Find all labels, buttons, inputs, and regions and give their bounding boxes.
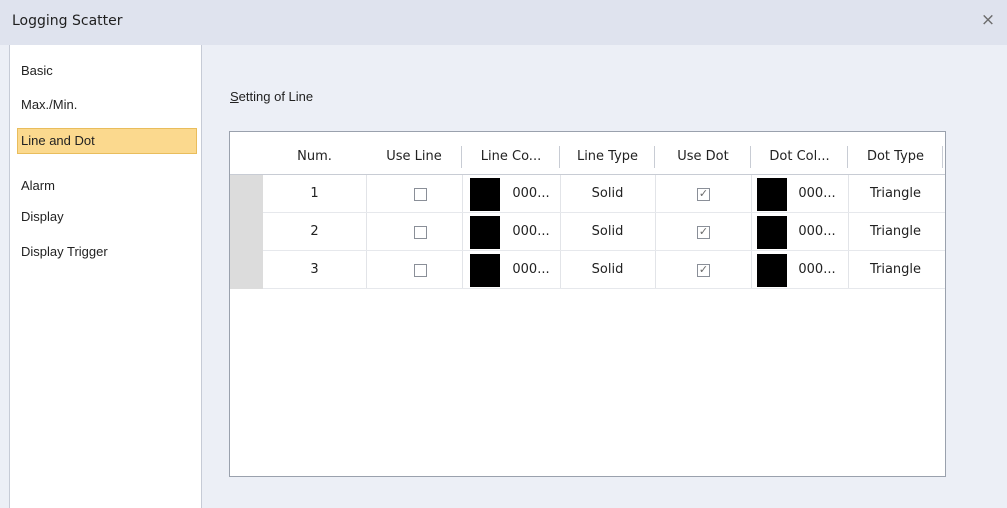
line-color-swatch[interactable] [470,178,500,211]
line-type-cell[interactable]: Solid [560,175,655,213]
cell-divider [751,251,752,289]
section-title: Setting of Line [230,89,313,104]
dot-color-swatch[interactable] [757,254,787,287]
window-title: Logging Scatter [12,13,123,29]
line-type-cell[interactable]: Solid [560,251,655,289]
dot-type-cell[interactable]: Triangle [848,175,943,213]
table-row[interactable]: 2 000... Solid ✓ 000... Triangle [230,213,945,251]
column-header-dot-type[interactable]: Dot Type [848,140,943,174]
cell-divider [751,175,752,213]
column-header-use-dot[interactable]: Use Dot [655,140,751,174]
line-color-swatch[interactable] [470,254,500,287]
row-divider [263,288,945,289]
cell-divider [366,175,367,213]
cell-divider [462,175,463,213]
check-icon: ✓ [698,225,709,238]
cell-divider [366,213,367,251]
row-header[interactable] [230,175,263,213]
line-color-swatch[interactable] [470,216,500,249]
logging-scatter-dialog: Logging Scatter × Basic Max./Min. Line a… [0,0,1007,508]
sidebar-item-alarm[interactable]: Alarm [18,174,55,198]
cell-divider [655,175,656,213]
use-line-checkbox[interactable] [414,264,427,277]
sidebar-item-max-min[interactable]: Max./Min. [18,93,77,117]
check-icon: ✓ [698,187,709,200]
cell-divider [655,213,656,251]
section-title-mnemonic: S [230,89,239,104]
sidebar-item-line-and-dot[interactable]: Line and Dot [17,128,197,154]
table-row[interactable]: 3 000... Solid ✓ 000... Triangle [230,251,945,289]
line-dot-table: Num. Use Line Line Co... Line Type Use D… [229,131,946,477]
use-dot-checkbox[interactable]: ✓ [697,187,710,201]
close-icon[interactable]: × [977,9,999,31]
line-type-cell[interactable]: Solid [560,213,655,251]
dot-color-swatch[interactable] [757,178,787,211]
row-header[interactable] [230,213,263,251]
cell-divider [655,251,656,289]
check-icon: ✓ [698,263,709,276]
line-color-value[interactable]: 000... [506,251,556,289]
line-color-value[interactable]: 000... [506,175,556,213]
use-line-checkbox[interactable] [414,226,427,239]
sidebar-item-display[interactable]: Display [18,205,64,229]
column-header-line-type[interactable]: Line Type [560,140,655,174]
num-cell: 3 [310,262,319,277]
cell-divider [462,251,463,289]
table-header: Num. Use Line Line Co... Line Type Use D… [230,140,945,175]
num-cell: 2 [310,224,319,239]
dot-type-cell[interactable]: Triangle [848,251,943,289]
sidebar: Basic Max./Min. Line and Dot Alarm Displ… [9,45,202,508]
column-header-num[interactable]: Num. [263,140,366,174]
section-title-text: etting of Line [238,89,314,104]
column-header-dot-color[interactable]: Dot Col... [751,140,848,174]
row-header[interactable] [230,251,263,289]
column-header-use-line[interactable]: Use Line [366,140,462,174]
dot-color-swatch[interactable] [757,216,787,249]
column-header-line-color[interactable]: Line Co... [462,140,560,174]
dot-type-cell[interactable]: Triangle [848,213,943,251]
sidebar-item-basic[interactable]: Basic [18,59,53,83]
sidebar-item-display-trigger[interactable]: Display Trigger [18,240,108,264]
dot-color-value[interactable]: 000... [792,213,842,251]
use-dot-checkbox[interactable]: ✓ [697,263,710,277]
dot-color-value[interactable]: 000... [792,251,842,289]
cell-divider [366,251,367,289]
table-row[interactable]: 1 000... Solid ✓ 000... Triangle [230,175,945,213]
title-bar: Logging Scatter × [0,0,1007,45]
dot-color-value[interactable]: 000... [792,175,842,213]
cell-divider [751,213,752,251]
line-color-value[interactable]: 000... [506,213,556,251]
use-dot-checkbox[interactable]: ✓ [697,225,710,239]
use-line-checkbox[interactable] [414,188,427,201]
cell-divider [462,213,463,251]
num-cell: 1 [310,186,319,201]
